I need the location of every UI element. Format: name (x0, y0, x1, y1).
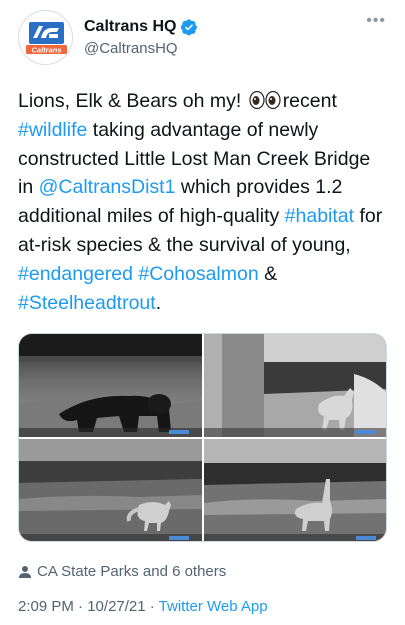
hashtag-cohosalmon-link[interactable]: #Cohosalmon (138, 263, 258, 285)
svg-text:Caltrans: Caltrans (31, 46, 61, 55)
tweet-text-part: Lions, Elk & Bears oh my! (18, 90, 247, 112)
media-grid (18, 333, 387, 542)
tweet-date[interactable]: 10/27/21 (87, 598, 145, 615)
verified-badge-icon (181, 19, 198, 36)
hashtag-habitat-link[interactable]: #habitat (285, 205, 354, 227)
photo-fox[interactable] (19, 439, 202, 541)
user-handle[interactable]: @CaltransHQ (84, 40, 198, 57)
tweet-source-link[interactable]: Twitter Web App (159, 598, 268, 615)
photo-bear[interactable] (19, 334, 202, 437)
tweet-text-part: . (155, 291, 162, 314)
liked-by-row[interactable]: CA State Parks and 6 others (18, 563, 226, 580)
photo-elk[interactable] (204, 439, 386, 541)
more-options-icon[interactable]: ••• (366, 12, 386, 30)
caltrans-logo-icon: Caltrans (19, 11, 72, 64)
person-icon (19, 565, 31, 578)
tweet-time[interactable]: 2:09 PM (18, 598, 74, 615)
liked-by-text: CA State Parks and 6 others (37, 563, 227, 580)
tweet-text-part: recent (282, 90, 337, 112)
hashtag-steelheadtrout-link[interactable]: #Steelheadtrout (18, 292, 156, 314)
hashtag-wildlife-link[interactable]: #wildlife (18, 119, 87, 141)
photo-mountain-lion[interactable] (204, 334, 386, 437)
eyes-emoji-icon (249, 91, 281, 109)
tweet-header: Caltrans Caltrans HQ @CaltransHQ ••• (18, 10, 388, 70)
avatar[interactable]: Caltrans (18, 10, 73, 65)
tweet-text: Lions, Elk & Bears oh my! recent #wildli… (18, 87, 390, 317)
author-names: Caltrans HQ @CaltransHQ (84, 17, 198, 57)
meta-separator: · (145, 598, 159, 615)
mention-caltransdist1-link[interactable]: @CaltransDist1 (39, 176, 176, 198)
meta-separator: · (73, 598, 88, 615)
tweet-text-part: & (258, 262, 278, 285)
hashtag-endangered-link[interactable]: #endangered (18, 263, 133, 285)
tweet-meta: 2:09 PM · 10/27/21 · Twitter Web App (18, 598, 268, 615)
display-name[interactable]: Caltrans HQ (84, 18, 176, 36)
